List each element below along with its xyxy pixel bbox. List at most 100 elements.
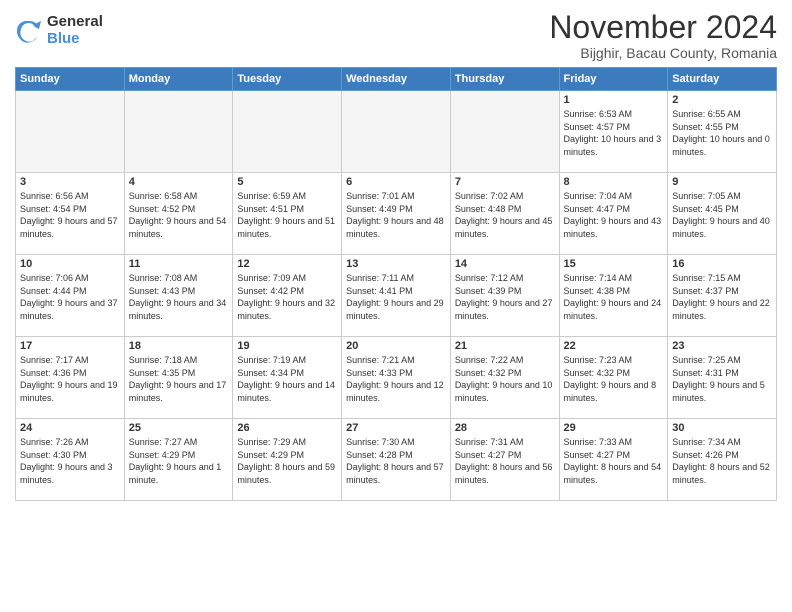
day-info: Sunrise: 7:06 AM Sunset: 4:44 PM Dayligh… — [20, 272, 120, 322]
day-info: Sunrise: 7:22 AM Sunset: 4:32 PM Dayligh… — [455, 354, 555, 404]
day-number: 27 — [346, 422, 446, 434]
day-number: 14 — [455, 258, 555, 270]
col-thursday: Thursday — [450, 68, 559, 91]
day-number: 5 — [237, 176, 337, 188]
day-info: Sunrise: 7:25 AM Sunset: 4:31 PM Dayligh… — [672, 354, 772, 404]
day-info: Sunrise: 7:27 AM Sunset: 4:29 PM Dayligh… — [129, 436, 229, 486]
day-info: Sunrise: 7:29 AM Sunset: 4:29 PM Dayligh… — [237, 436, 337, 486]
day-info: Sunrise: 7:17 AM Sunset: 4:36 PM Dayligh… — [20, 354, 120, 404]
day-cell — [233, 91, 342, 173]
day-number: 19 — [237, 340, 337, 352]
col-wednesday: Wednesday — [342, 68, 451, 91]
col-saturday: Saturday — [668, 68, 777, 91]
week-row-2: 3 Sunrise: 6:56 AM Sunset: 4:54 PM Daylig… — [16, 173, 777, 255]
day-info: Sunrise: 6:59 AM Sunset: 4:51 PM Dayligh… — [237, 190, 337, 240]
day-cell: 30 Sunrise: 7:34 AM Sunset: 4:26 PM Dayli… — [668, 419, 777, 501]
calendar-container: General Blue November 2024 Bijghir, Baca… — [0, 0, 792, 506]
day-cell: 17Sunrise: 7:17 AM Sunset: 4:36 PM Dayli… — [16, 337, 125, 419]
day-number: 21 — [455, 340, 555, 352]
day-number: 2 — [672, 94, 772, 106]
col-monday: Monday — [124, 68, 233, 91]
day-cell — [342, 91, 451, 173]
day-cell — [450, 91, 559, 173]
day-number: 9 — [672, 176, 772, 188]
day-info: Sunrise: 7:09 AM Sunset: 4:42 PM Dayligh… — [237, 272, 337, 322]
col-tuesday: Tuesday — [233, 68, 342, 91]
day-number: 4 — [129, 176, 229, 188]
day-number: 20 — [346, 340, 446, 352]
day-info: Sunrise: 7:08 AM Sunset: 4:43 PM Dayligh… — [129, 272, 229, 322]
day-number: 6 — [346, 176, 446, 188]
col-sunday: Sunday — [16, 68, 125, 91]
col-friday: Friday — [559, 68, 668, 91]
day-number: 15 — [564, 258, 664, 270]
day-info: Sunrise: 7:18 AM Sunset: 4:35 PM Dayligh… — [129, 354, 229, 404]
day-info: Sunrise: 6:55 AM Sunset: 4:55 PM Dayligh… — [672, 108, 772, 158]
day-info: Sunrise: 6:56 AM Sunset: 4:54 PM Dayligh… — [20, 190, 120, 240]
day-number: 11 — [129, 258, 229, 270]
logo-general: General — [47, 14, 103, 31]
day-number: 24 — [20, 422, 120, 434]
day-info: Sunrise: 7:11 AM Sunset: 4:41 PM Dayligh… — [346, 272, 446, 322]
day-info: Sunrise: 7:14 AM Sunset: 4:38 PM Dayligh… — [564, 272, 664, 322]
header: General Blue November 2024 Bijghir, Baca… — [15, 10, 777, 61]
location-subtitle: Bijghir, Bacau County, Romania — [549, 45, 777, 61]
day-info: Sunrise: 7:23 AM Sunset: 4:32 PM Dayligh… — [564, 354, 664, 404]
day-number: 12 — [237, 258, 337, 270]
week-row-5: 24Sunrise: 7:26 AM Sunset: 4:30 PM Dayli… — [16, 419, 777, 501]
day-cell: 19 Sunrise: 7:19 AM Sunset: 4:34 PM Dayli… — [233, 337, 342, 419]
day-cell: 3 Sunrise: 6:56 AM Sunset: 4:54 PM Daylig… — [16, 173, 125, 255]
day-cell: 26 Sunrise: 7:29 AM Sunset: 4:29 PM Dayli… — [233, 419, 342, 501]
day-cell: 14 Sunrise: 7:12 AM Sunset: 4:39 PM Dayli… — [450, 255, 559, 337]
day-cell — [16, 91, 125, 173]
day-info: Sunrise: 7:19 AM Sunset: 4:34 PM Dayligh… — [237, 354, 337, 404]
day-number: 10 — [20, 258, 120, 270]
day-number: 16 — [672, 258, 772, 270]
day-number: 13 — [346, 258, 446, 270]
day-info: Sunrise: 7:30 AM Sunset: 4:28 PM Dayligh… — [346, 436, 446, 486]
day-info: Sunrise: 7:31 AM Sunset: 4:27 PM Dayligh… — [455, 436, 555, 486]
day-cell: 28 Sunrise: 7:31 AM Sunset: 4:27 PM Dayli… — [450, 419, 559, 501]
day-number: 29 — [564, 422, 664, 434]
day-info: Sunrise: 7:04 AM Sunset: 4:47 PM Dayligh… — [564, 190, 664, 240]
day-cell: 6Sunrise: 7:01 AM Sunset: 4:49 PM Daylig… — [342, 173, 451, 255]
day-cell: 23Sunrise: 7:25 AM Sunset: 4:31 PM Dayli… — [668, 337, 777, 419]
day-info: Sunrise: 6:53 AM Sunset: 4:57 PM Dayligh… — [564, 108, 664, 158]
day-cell: 21 Sunrise: 7:22 AM Sunset: 4:32 PM Dayli… — [450, 337, 559, 419]
day-number: 22 — [564, 340, 664, 352]
day-cell: 9 Sunrise: 7:05 AM Sunset: 4:45 PM Daylig… — [668, 173, 777, 255]
day-cell: 24Sunrise: 7:26 AM Sunset: 4:30 PM Dayli… — [16, 419, 125, 501]
day-cell: 25 Sunrise: 7:27 AM Sunset: 4:29 PM Dayli… — [124, 419, 233, 501]
day-cell: 2 Sunrise: 6:55 AM Sunset: 4:55 PM Daylig… — [668, 91, 777, 173]
logo: General Blue — [15, 14, 103, 47]
day-number: 25 — [129, 422, 229, 434]
day-cell: 15 Sunrise: 7:14 AM Sunset: 4:38 PM Dayli… — [559, 255, 668, 337]
day-info: Sunrise: 7:34 AM Sunset: 4:26 PM Dayligh… — [672, 436, 772, 486]
month-title: November 2024 — [549, 10, 777, 45]
day-info: Sunrise: 7:15 AM Sunset: 4:37 PM Dayligh… — [672, 272, 772, 322]
day-number: 18 — [129, 340, 229, 352]
day-info: Sunrise: 7:21 AM Sunset: 4:33 PM Dayligh… — [346, 354, 446, 404]
title-area: November 2024 Bijghir, Bacau County, Rom… — [549, 10, 777, 61]
day-number: 28 — [455, 422, 555, 434]
week-row-3: 10 Sunrise: 7:06 AM Sunset: 4:44 PM Dayli… — [16, 255, 777, 337]
day-cell: 20 Sunrise: 7:21 AM Sunset: 4:33 PM Dayli… — [342, 337, 451, 419]
day-cell: 16 Sunrise: 7:15 AM Sunset: 4:37 PM Dayli… — [668, 255, 777, 337]
header-row: Sunday Monday Tuesday Wednesday Thursday… — [16, 68, 777, 91]
day-cell: 27 Sunrise: 7:30 AM Sunset: 4:28 PM Dayli… — [342, 419, 451, 501]
day-cell: 10 Sunrise: 7:06 AM Sunset: 4:44 PM Dayli… — [16, 255, 125, 337]
day-cell — [124, 91, 233, 173]
day-cell: 1Sunrise: 6:53 AM Sunset: 4:57 PM Daylig… — [559, 91, 668, 173]
day-number: 7 — [455, 176, 555, 188]
day-cell: 11 Sunrise: 7:08 AM Sunset: 4:43 PM Dayli… — [124, 255, 233, 337]
day-number: 26 — [237, 422, 337, 434]
day-info: Sunrise: 7:02 AM Sunset: 4:48 PM Dayligh… — [455, 190, 555, 240]
day-info: Sunrise: 7:12 AM Sunset: 4:39 PM Dayligh… — [455, 272, 555, 322]
logo-text: General Blue — [47, 14, 103, 47]
day-number: 3 — [20, 176, 120, 188]
day-cell: 13 Sunrise: 7:11 AM Sunset: 4:41 PM Dayli… — [342, 255, 451, 337]
day-number: 30 — [672, 422, 772, 434]
logo-icon — [15, 17, 43, 45]
day-info: Sunrise: 7:05 AM Sunset: 4:45 PM Dayligh… — [672, 190, 772, 240]
day-info: Sunrise: 7:33 AM Sunset: 4:27 PM Dayligh… — [564, 436, 664, 486]
